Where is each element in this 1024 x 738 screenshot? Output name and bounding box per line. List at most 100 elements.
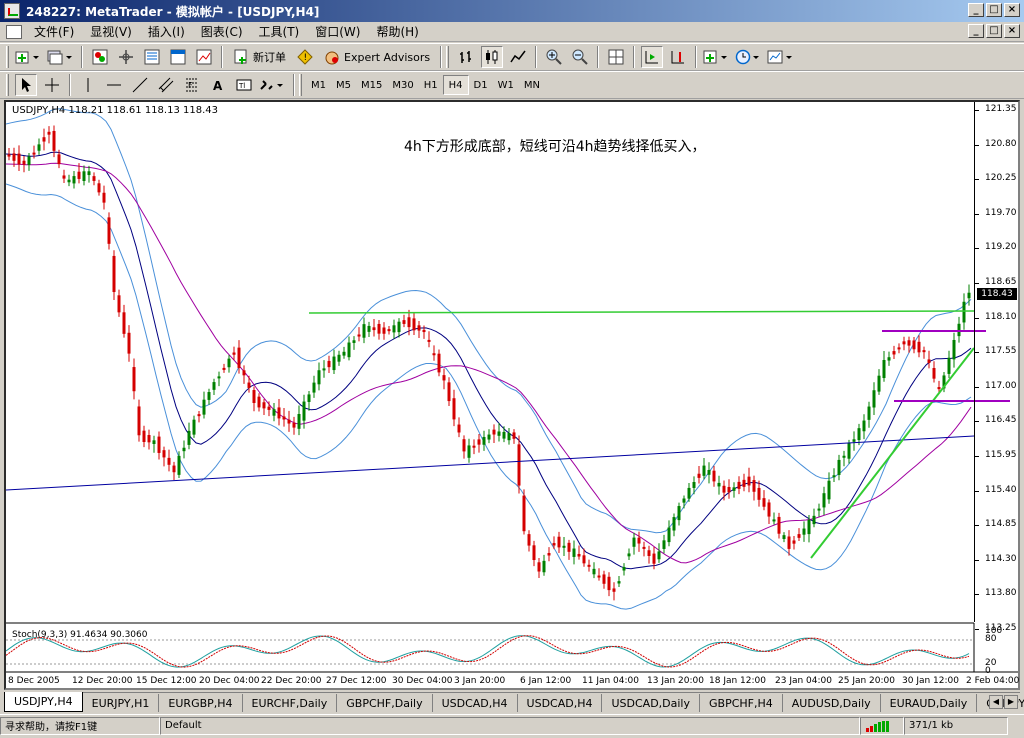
chart-restore-button[interactable]: □ bbox=[986, 24, 1002, 38]
maximize-button[interactable]: □ bbox=[986, 3, 1002, 17]
timeframe-m30[interactable]: M30 bbox=[387, 75, 418, 95]
timeframe-w1[interactable]: W1 bbox=[493, 75, 519, 95]
fibonacci-button[interactable]: F bbox=[181, 74, 203, 96]
terminal-button[interactable] bbox=[167, 46, 189, 68]
chart-tab[interactable]: GBPCHF,H4 bbox=[700, 694, 783, 712]
templates-button[interactable] bbox=[767, 46, 795, 68]
equidistant-channel-button[interactable] bbox=[155, 74, 177, 96]
chart-window-icon[interactable] bbox=[6, 24, 22, 39]
arrows-button[interactable] bbox=[259, 74, 287, 96]
candle-body bbox=[132, 367, 136, 392]
toolbar-grip[interactable] bbox=[6, 74, 9, 96]
candle-body bbox=[597, 575, 601, 578]
chart-tab[interactable]: AUDUSD,Daily bbox=[783, 694, 881, 712]
candle-body bbox=[582, 555, 586, 564]
auto-scroll-button[interactable] bbox=[641, 46, 664, 68]
candle-body bbox=[67, 179, 71, 183]
candle-body bbox=[32, 152, 36, 155]
candle-body bbox=[642, 546, 646, 549]
chart-close-button[interactable]: × bbox=[1004, 24, 1020, 38]
data-window-button[interactable] bbox=[141, 46, 163, 68]
timeframe-mn[interactable]: MN bbox=[519, 75, 545, 95]
label-button[interactable]: Tl bbox=[233, 74, 255, 96]
zoom-out-button[interactable] bbox=[569, 46, 591, 68]
menu-view[interactable]: 显视(V) bbox=[82, 23, 140, 40]
candlestick-chart-button[interactable] bbox=[481, 46, 504, 68]
candle-body bbox=[402, 320, 406, 324]
new-order-button[interactable]: 新订单 bbox=[229, 46, 290, 68]
chart-window[interactable]: USDJPY,H4 118.21 118.61 118.13 118.43 4h… bbox=[4, 100, 1020, 690]
window-title: 248227: MetaTrader - 模拟帐户 - [USDJPY,H4] bbox=[26, 4, 320, 19]
price-scale[interactable]: 121.35 120.80 120.25 119.70 119.20 118.65 118.… bbox=[974, 102, 1018, 676]
profiles-button[interactable] bbox=[47, 46, 75, 68]
new-chart-button[interactable] bbox=[15, 46, 43, 68]
navigator-button[interactable] bbox=[115, 46, 137, 68]
candle-body bbox=[752, 480, 756, 492]
menu-file[interactable]: 文件(F) bbox=[26, 23, 82, 40]
candle-body bbox=[897, 347, 901, 350]
minimize-button[interactable]: _ bbox=[968, 3, 984, 17]
chart-tab[interactable]: EURCHF,Daily bbox=[243, 694, 338, 712]
chart-tab[interactable]: EURGBP,H4 bbox=[159, 694, 243, 712]
chart-tab[interactable]: USDJPY,H4 bbox=[4, 692, 83, 712]
horizontal-line-button[interactable] bbox=[103, 74, 125, 96]
candle-body bbox=[477, 439, 481, 445]
timeframe-m1[interactable]: M1 bbox=[306, 75, 331, 95]
timeframe-d1[interactable]: D1 bbox=[469, 75, 493, 95]
timeframe-m15[interactable]: M15 bbox=[356, 75, 387, 95]
tab-scroll-left-icon[interactable]: ◀ bbox=[989, 695, 1003, 709]
timeframe-m5[interactable]: M5 bbox=[331, 75, 356, 95]
candle-body bbox=[37, 144, 41, 151]
menu-help[interactable]: 帮助(H) bbox=[368, 23, 426, 40]
chart-tab[interactable]: GBPCHF,Daily bbox=[337, 694, 433, 712]
line-chart-icon bbox=[510, 50, 526, 63]
new-order-icon bbox=[234, 49, 247, 64]
tab-scroll-right-icon[interactable]: ▶ bbox=[1004, 695, 1018, 709]
chart-shift-button[interactable] bbox=[667, 46, 689, 68]
candle-body bbox=[267, 406, 271, 410]
chart-tab[interactable]: EURJPY,H1 bbox=[83, 694, 160, 712]
expert-advisors-button[interactable]: Expert Advisors bbox=[320, 46, 434, 68]
toolbar-grip[interactable] bbox=[446, 46, 450, 68]
candle-body bbox=[152, 440, 156, 444]
annotation-box[interactable]: 4h下方形成底部，短线可沿4h趋势线择低买入， bbox=[404, 136, 808, 272]
text-button[interactable]: A bbox=[207, 74, 229, 96]
close-button[interactable]: × bbox=[1004, 3, 1020, 17]
candle-body bbox=[547, 553, 551, 556]
candle-body bbox=[82, 171, 86, 181]
chart-tab[interactable]: USDCAD,H4 bbox=[518, 694, 603, 712]
indicators-button[interactable] bbox=[703, 46, 731, 68]
vertical-line-button[interactable] bbox=[77, 74, 99, 96]
bar-chart-button[interactable] bbox=[455, 46, 477, 68]
menu-tools[interactable]: 工具(T) bbox=[251, 23, 308, 40]
zoom-in-button[interactable] bbox=[543, 46, 565, 68]
market-watch-button[interactable] bbox=[89, 46, 111, 68]
timeframe-h4[interactable]: H4 bbox=[442, 75, 469, 95]
candle-body bbox=[707, 469, 711, 475]
candle-body bbox=[517, 444, 521, 486]
chart-minimize-button[interactable]: _ bbox=[968, 24, 984, 38]
chart-tab[interactable]: USDCAD,Daily bbox=[602, 694, 700, 712]
candle-body bbox=[802, 528, 806, 535]
candle-body bbox=[122, 312, 126, 334]
price-tick bbox=[975, 421, 979, 423]
candle-body bbox=[452, 398, 456, 420]
tester-button[interactable] bbox=[193, 46, 215, 68]
chart-tab[interactable]: EURAUD,Daily bbox=[881, 694, 978, 712]
menu-charts[interactable]: 图表(C) bbox=[193, 23, 251, 40]
trendline-button[interactable] bbox=[129, 74, 151, 96]
chart-tab[interactable]: USDCAD,H4 bbox=[433, 694, 518, 712]
periods-button[interactable] bbox=[735, 46, 763, 68]
menu-window[interactable]: 窗口(W) bbox=[307, 23, 368, 40]
menu-insert[interactable]: 插入(I) bbox=[140, 23, 193, 40]
metaeditor-icon: ! bbox=[297, 49, 313, 65]
metaeditor-button[interactable]: ! bbox=[294, 46, 316, 68]
line-chart-button[interactable] bbox=[507, 46, 529, 68]
toolbar-grip[interactable] bbox=[6, 46, 9, 68]
tile-windows-button[interactable] bbox=[605, 46, 627, 68]
fibonacci-icon: F bbox=[186, 78, 198, 92]
crosshair-button[interactable] bbox=[41, 74, 63, 96]
timeframe-h1[interactable]: H1 bbox=[419, 75, 443, 95]
cursor-button[interactable] bbox=[15, 74, 37, 96]
toolbar-grip[interactable] bbox=[299, 74, 302, 96]
